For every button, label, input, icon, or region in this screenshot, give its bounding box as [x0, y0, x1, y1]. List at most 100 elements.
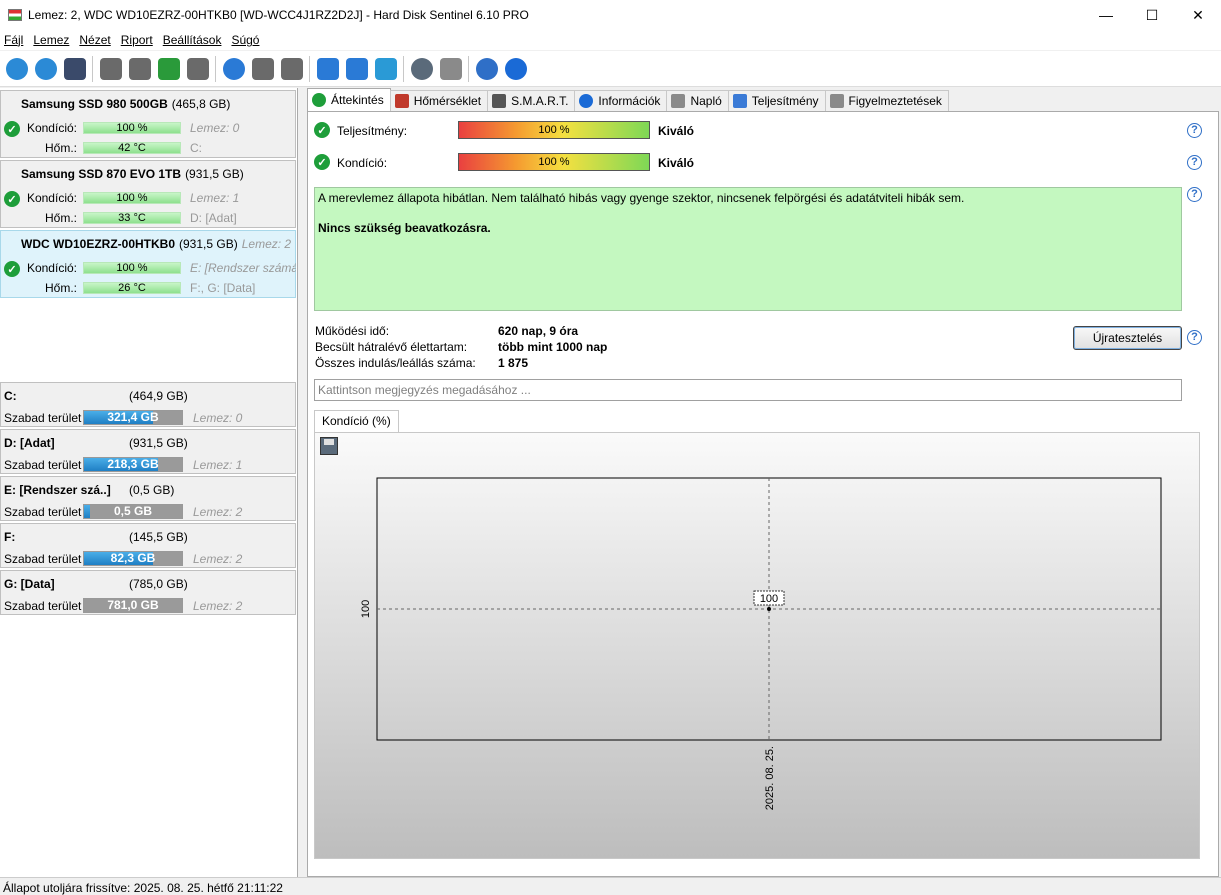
close-button[interactable]: ✕	[1175, 0, 1221, 30]
menu-settings[interactable]: Beállítások	[161, 33, 230, 47]
menu-file[interactable]: Fájl	[2, 33, 31, 47]
free-space-bar: 321,4 GB	[83, 410, 183, 425]
tab-thermometer[interactable]: Hőmérséklet	[389, 90, 489, 111]
volume-name: G: [Data]	[4, 577, 55, 591]
volume-item[interactable]: E: [Rendszer szá..] (0,5 GB) Szabad terü…	[0, 476, 296, 521]
disk-clock-icon	[128, 57, 151, 80]
volume-item[interactable]: C: (464,9 GB) Szabad terület 321,4 GB Le…	[0, 382, 296, 427]
free-space-bar: 82,3 GB	[83, 551, 183, 566]
volume-size: (931,5 GB)	[129, 436, 188, 450]
menu-report[interactable]: Riport	[119, 33, 161, 47]
free-space-value: 781,0 GB	[107, 598, 159, 612]
condition-help-icon[interactable]: ?	[1187, 155, 1202, 170]
condition-chart: 100 100 2025. 08. 25.	[360, 477, 1162, 810]
condition-label: Kondíció:	[337, 156, 388, 170]
report-icon	[316, 57, 339, 80]
warning-doc-icon	[829, 94, 844, 108]
volume-item[interactable]: F: (145,5 GB) Szabad terület 82,3 GB Lem…	[0, 523, 296, 568]
tab-label: Információk	[598, 94, 661, 108]
refresh-warning-button[interactable]	[31, 55, 60, 83]
note-input[interactable]: Kattintson megjegyzés megadásához ...	[314, 379, 1182, 401]
partition-info: C:	[190, 141, 202, 155]
tab-info[interactable]: Információk	[574, 90, 668, 111]
info-icon	[504, 57, 527, 80]
disk-list-icon	[63, 57, 86, 80]
disk-icon	[99, 57, 122, 80]
tab-label: Áttekintés	[331, 93, 384, 107]
performance-bar: 100 %	[458, 121, 650, 139]
disk-item[interactable]: Samsung SSD 980 500GB (465,8 GB) ✓ Kondíc…	[0, 90, 296, 158]
retest-help-icon[interactable]: ?	[1187, 330, 1202, 345]
volume-name: C:	[4, 389, 17, 403]
network-drive-button[interactable]	[248, 55, 277, 83]
disk-item[interactable]: WDC WD10EZRZ-00HTKB0 (931,5 GB) Lemez: 2 ✓…	[0, 230, 296, 298]
disk-number: Lemez: 2	[241, 237, 292, 251]
starts-value: 1 875	[498, 356, 529, 370]
disk-panel: Samsung SSD 980 500GB (465,8 GB) ✓ Kondíc…	[0, 88, 298, 877]
volume-item[interactable]: D: [Adat] (931,5 GB) Szabad terület 218,…	[0, 429, 296, 474]
y-tick-label: 100	[360, 600, 372, 618]
menu-view[interactable]: Nézet	[77, 33, 118, 47]
volume-name: D: [Adat]	[4, 436, 55, 450]
status-bar: Állapot utoljára frissítve: 2025. 08. 25…	[0, 877, 1221, 895]
uptime-value: 620 nap, 9 óra	[498, 324, 579, 338]
tab-document[interactable]: Napló	[666, 90, 729, 111]
free-space-label: Szabad terület	[4, 599, 82, 613]
refresh-button[interactable]	[2, 55, 31, 83]
overview-panel: ✓ Teljesítmény: 100 % Kiváló ? ✓ Kondíci…	[307, 111, 1219, 877]
tab-chart[interactable]: Teljesítmény	[727, 90, 826, 111]
action-text: Nincs szükség beavatkozásra.	[318, 221, 491, 235]
temperature-label: Hőm.:	[44, 211, 77, 225]
disk-name: Samsung SSD 980 500GB	[21, 97, 168, 111]
disk-name: WDC WD10EZRZ-00HTKB0	[21, 237, 176, 251]
disk-clock-button[interactable]	[125, 55, 154, 83]
volume-item[interactable]: G: [Data] (785,0 GB) Szabad terület 781,…	[0, 570, 296, 615]
disk-button[interactable]	[96, 55, 125, 83]
free-space-label: Szabad terület	[4, 411, 82, 425]
minimize-button[interactable]: —	[1083, 0, 1129, 30]
condition-bar: 100 %	[83, 262, 181, 274]
sound-button[interactable]	[436, 55, 465, 83]
volume-disk-number: Lemez: 0	[193, 411, 243, 425]
help-button[interactable]	[472, 55, 501, 83]
globe-drive-button[interactable]	[219, 55, 248, 83]
retest-button[interactable]: Újratesztelés	[1073, 326, 1182, 350]
menu-disk[interactable]: Lemez	[31, 33, 77, 47]
info-button[interactable]	[501, 55, 530, 83]
performance-help-icon[interactable]: ?	[1187, 123, 1202, 138]
web-report-button[interactable]	[371, 55, 400, 83]
disk-list-button[interactable]	[60, 55, 89, 83]
settings-gear-button[interactable]	[407, 55, 436, 83]
free-space-bar: 0,5 GB	[83, 504, 183, 519]
toolbar-separator	[215, 55, 216, 82]
volume-name: F:	[4, 530, 16, 544]
status-help-icon[interactable]: ?	[1187, 187, 1202, 202]
condition-bar: 100 %	[458, 153, 650, 171]
mail-button[interactable]	[342, 55, 371, 83]
tab-label: S.M.A.R.T.	[511, 94, 569, 108]
disk-check-button[interactable]	[154, 55, 183, 83]
volume-name: E: [Rendszer szá..]	[4, 483, 111, 497]
tab-disk[interactable]: S.M.A.R.T.	[487, 90, 576, 111]
main-panel: Áttekintés Hőmérséklet S.M.A.R.T. Informáci…	[301, 88, 1221, 877]
help-icon	[475, 57, 498, 80]
free-space-value: 218,3 GB	[107, 457, 159, 471]
disk-item[interactable]: Samsung SSD 870 EVO 1TB (931,5 GB) ✓ Kond…	[0, 160, 296, 228]
volume-size: (0,5 GB)	[129, 483, 175, 497]
disk-size: (465,8 GB)	[171, 97, 231, 111]
maximize-button[interactable]: ☐	[1129, 0, 1175, 30]
toolbar-separator	[403, 55, 404, 82]
usb-drive-button[interactable]	[277, 55, 306, 83]
title-bar: Lemez: 2, WDC WD10EZRZ-00HTKB0 [WD-WCC4J…	[0, 0, 1221, 30]
tab-warning-doc[interactable]: Figyelmeztetések	[824, 90, 949, 111]
chart-tab-condition[interactable]: Kondíció (%)	[314, 410, 399, 432]
disk-search-button[interactable]	[183, 55, 212, 83]
temperature-bar: 33 °C	[83, 212, 181, 224]
report-button[interactable]	[313, 55, 342, 83]
volume-size: (785,0 GB)	[129, 577, 188, 591]
volume-disk-number: Lemez: 2	[193, 552, 243, 566]
settings-gear-icon	[410, 57, 433, 80]
condition-ok-icon: ✓	[314, 154, 330, 170]
tab-check[interactable]: Áttekintés	[307, 88, 391, 111]
menu-help[interactable]: Súgó	[229, 33, 267, 47]
